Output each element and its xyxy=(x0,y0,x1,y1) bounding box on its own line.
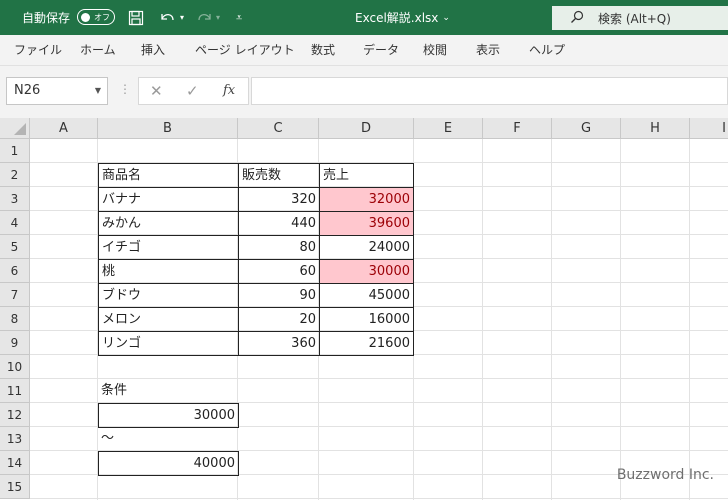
tab-help[interactable]: ヘルプ xyxy=(529,35,565,66)
column-header-i[interactable]: I xyxy=(690,118,728,139)
toggle-knob xyxy=(81,12,90,22)
formula-bar: N26 ▼ ⋮ ✕ ✓ fx xyxy=(0,66,728,118)
table-cell[interactable]: 20 xyxy=(238,307,320,332)
row-header-11[interactable]: 11 xyxy=(0,379,30,403)
row-header-10[interactable]: 10 xyxy=(0,355,30,379)
name-box-dropdown-icon[interactable]: ▼ xyxy=(95,78,101,104)
tab-data[interactable]: データ xyxy=(363,35,399,66)
redo-icon[interactable] xyxy=(196,0,214,35)
undo-icon[interactable] xyxy=(158,0,176,35)
table-cell[interactable]: 360 xyxy=(238,331,320,356)
column-header-b[interactable]: B xyxy=(98,118,238,139)
redo-dropdown-icon[interactable]: ▾ xyxy=(216,0,220,35)
row-header-14[interactable]: 14 xyxy=(0,451,30,475)
table-header-cell[interactable]: 販売数 xyxy=(238,163,320,188)
enter-icon[interactable]: ✓ xyxy=(186,82,199,100)
table-cell-highlighted[interactable]: 39600 xyxy=(319,211,414,236)
table-cell-highlighted[interactable]: 30000 xyxy=(319,259,414,284)
column-header-d[interactable]: D xyxy=(319,118,414,139)
table-cell[interactable]: 320 xyxy=(238,187,320,212)
row-header-5[interactable]: 5 xyxy=(0,235,30,259)
tab-file[interactable]: ファイル xyxy=(14,35,62,66)
gridline xyxy=(30,498,728,499)
condition-max-cell[interactable]: 40000 xyxy=(98,451,239,476)
cancel-icon[interactable]: ✕ xyxy=(150,82,163,100)
table-cell[interactable]: 45000 xyxy=(319,283,414,308)
customize-toolbar-icon[interactable]: ⩡ xyxy=(236,0,242,35)
table-cell[interactable]: バナナ xyxy=(98,187,239,212)
tab-page-layout[interactable]: ページ レイアウト xyxy=(195,35,295,66)
watermark: Buzzword Inc. xyxy=(616,467,714,483)
column-header-e[interactable]: E xyxy=(414,118,483,139)
toggle-label: オフ xyxy=(94,12,110,22)
tab-home[interactable]: ホーム xyxy=(80,35,116,66)
row-header-13[interactable]: 13 xyxy=(0,427,30,451)
select-all-button[interactable] xyxy=(0,118,30,139)
table-cell-highlighted[interactable]: 32000 xyxy=(319,187,414,212)
undo-dropdown-icon[interactable]: ▾ xyxy=(180,0,184,35)
table-cell[interactable]: 24000 xyxy=(319,235,414,260)
formula-input[interactable] xyxy=(251,77,728,105)
autosave-label: 自動保存 xyxy=(22,11,71,25)
table-cell[interactable]: みかん xyxy=(98,211,239,236)
name-box-value: N26 xyxy=(14,83,41,98)
table-cell[interactable]: 60 xyxy=(238,259,320,284)
formula-buttons: ✕ ✓ fx xyxy=(138,77,249,105)
ribbon-tabs: ファイル ホーム 挿入 ページ レイアウト 数式 データ 校閲 表示 ヘルプ xyxy=(0,35,728,66)
row-header-8[interactable]: 8 xyxy=(0,307,30,331)
row-header-9[interactable]: 9 xyxy=(0,331,30,355)
row-header-1[interactable]: 1 xyxy=(0,139,30,163)
gridline xyxy=(689,139,690,500)
autosave-toggle[interactable]: オフ xyxy=(77,9,115,25)
row-header-4[interactable]: 4 xyxy=(0,211,30,235)
table-cell[interactable]: 80 xyxy=(238,235,320,260)
condition-tilde[interactable]: ～ xyxy=(98,427,238,451)
document-title[interactable]: Excel解説.xlsx ⌄ xyxy=(355,0,450,35)
column-header-a[interactable]: A xyxy=(30,118,98,139)
select-all-triangle-icon xyxy=(14,123,26,135)
table-cell[interactable]: 桃 xyxy=(98,259,239,284)
gridline xyxy=(551,139,552,500)
insert-function-button[interactable]: fx xyxy=(223,83,235,98)
chevron-down-icon: ⌄ xyxy=(442,12,450,23)
gridline xyxy=(620,139,621,500)
column-header-h[interactable]: H xyxy=(621,118,690,139)
table-cell[interactable]: 90 xyxy=(238,283,320,308)
row-header-15[interactable]: 15 xyxy=(0,475,30,499)
table-cell[interactable]: イチゴ xyxy=(98,235,239,260)
column-header-f[interactable]: F xyxy=(483,118,552,139)
row-header-6[interactable]: 6 xyxy=(0,259,30,283)
name-box[interactable]: N26 ▼ xyxy=(6,77,108,105)
row-header-3[interactable]: 3 xyxy=(0,187,30,211)
more-options-icon[interactable]: ⋮ xyxy=(119,82,131,96)
document-title-text: Excel解説.xlsx xyxy=(355,11,439,25)
table-cell[interactable]: 16000 xyxy=(319,307,414,332)
table-header-cell[interactable]: 商品名 xyxy=(98,163,239,188)
row-header-2[interactable]: 2 xyxy=(0,163,30,187)
table-cell[interactable]: メロン xyxy=(98,307,239,332)
tab-view[interactable]: 表示 xyxy=(476,35,500,66)
condition-min-cell[interactable]: 30000 xyxy=(98,403,239,428)
table-cell[interactable]: リンゴ xyxy=(98,331,239,356)
column-header-g[interactable]: G xyxy=(552,118,621,139)
row-header-12[interactable]: 12 xyxy=(0,403,30,427)
tab-review[interactable]: 校閲 xyxy=(423,35,447,66)
gridline xyxy=(482,139,483,500)
worksheet-grid[interactable]: A B C D E F G H I 1 2 3 4 5 6 7 8 9 10 1… xyxy=(0,118,728,500)
tab-insert[interactable]: 挿入 xyxy=(141,35,165,66)
title-bar: 自動保存 オフ ▾ ▾ ⩡ Excel解説.xlsx ⌄ 検索 (Alt+Q) xyxy=(0,0,728,35)
search-icon xyxy=(570,10,584,27)
table-cell[interactable]: 440 xyxy=(238,211,320,236)
row-header-7[interactable]: 7 xyxy=(0,283,30,307)
column-header-c[interactable]: C xyxy=(238,118,319,139)
search-box[interactable]: 検索 (Alt+Q) xyxy=(552,6,728,30)
tab-formulas[interactable]: 数式 xyxy=(311,35,335,66)
search-placeholder: 検索 (Alt+Q) xyxy=(598,11,671,26)
table-header-cell[interactable]: 売上 xyxy=(319,163,414,188)
table-cell[interactable]: ブドウ xyxy=(98,283,239,308)
condition-label[interactable]: 条件 xyxy=(98,379,238,403)
save-icon[interactable] xyxy=(128,0,144,35)
table-cell[interactable]: 21600 xyxy=(319,331,414,356)
